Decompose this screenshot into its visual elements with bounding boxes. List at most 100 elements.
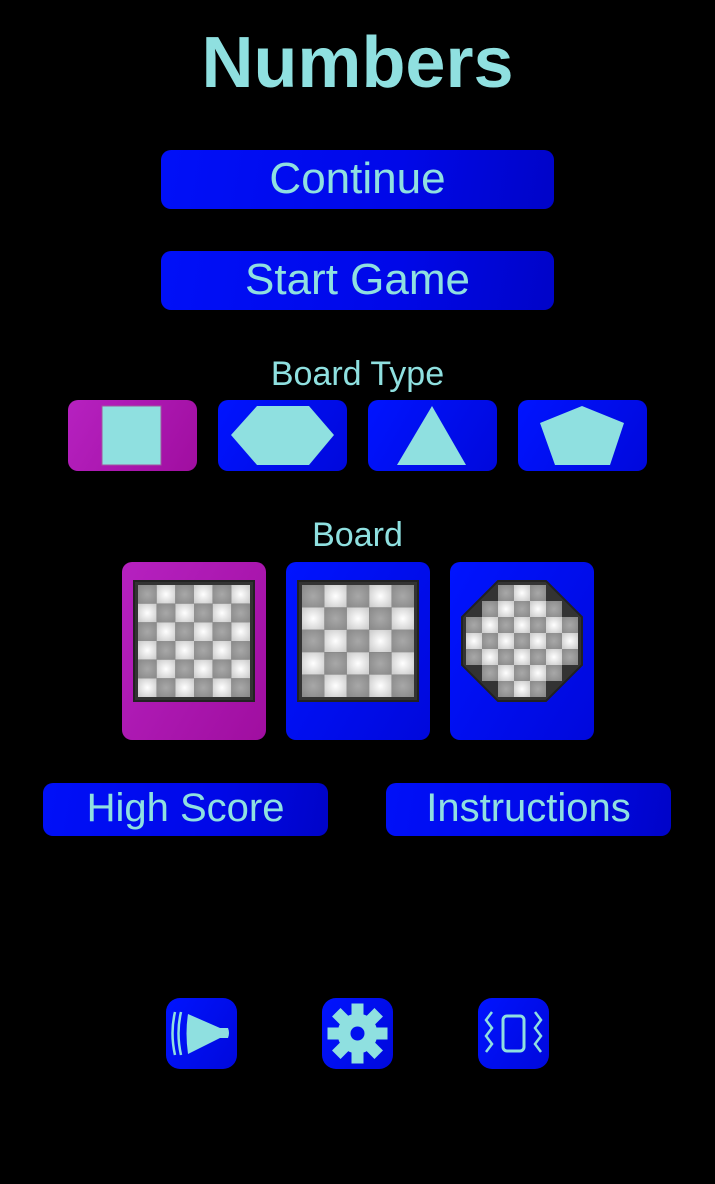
board-type-hexagon-option[interactable] [218,400,347,471]
board-cell [324,607,347,630]
board-cell [514,633,530,649]
board-cell [466,617,482,633]
board-cell [302,652,325,675]
board-cell [302,607,325,630]
board-type-triangle-option[interactable] [368,400,497,471]
app-title: Numbers [201,23,514,103]
board-cell [302,585,325,608]
board-cell [156,659,176,679]
continue-button[interactable]: Continue [161,150,554,209]
board-option-octagon[interactable] [450,562,594,740]
board-cell [498,617,514,633]
instructions-button[interactable]: Instructions [386,783,671,836]
board-cell [391,607,414,630]
board-cell [346,674,370,697]
board-cell [212,659,232,679]
board-cell [231,641,250,660]
board-cell [514,681,530,697]
board-cell [175,641,194,660]
start-game-button[interactable]: Start Game [161,251,554,310]
board-cell [231,659,250,679]
board-option-6x6[interactable] [122,562,266,740]
board-cell [514,649,530,665]
gear-tooth [327,1027,342,1040]
board-cell [482,633,498,649]
board-cell [212,622,232,641]
board-type-square-option[interactable] [68,400,197,471]
board-cell [231,603,250,623]
board-cell [498,649,514,665]
board-cell [156,678,176,697]
board-cell [369,607,392,630]
board-cell [530,681,546,697]
sound-button[interactable] [166,998,237,1069]
board-cell [482,649,498,665]
board-cell [194,641,213,660]
board-cell [530,633,546,649]
board-cell [369,629,392,653]
triangle-icon [397,406,466,465]
board-cell [546,601,562,617]
board-cell [546,633,562,649]
board-label: Board [312,516,403,554]
speaker-icon [171,1011,229,1056]
board-cell [324,652,347,675]
board-cell [156,641,176,660]
hexagon-icon [231,406,334,465]
board-cell [231,678,250,697]
board-cell [175,603,194,623]
board-cell [498,601,514,617]
settings-button[interactable] [322,998,393,1069]
gear-icon [327,1003,388,1064]
board-option-5x5[interactable] [286,562,430,740]
board-cell [194,659,213,679]
board-cell [391,674,414,697]
board-cell [369,652,392,675]
board-cell [498,681,514,697]
board-cell [391,585,414,608]
board-cell [138,678,157,697]
board-cell [175,678,194,697]
vibrate-icon [484,1011,543,1053]
board-cell [514,601,530,617]
board-cell [346,585,370,608]
board-cell [546,665,562,681]
pentagon-icon [540,406,624,465]
board-cell [482,617,498,633]
board-cell [530,617,546,633]
board-cell [530,649,546,665]
board-cell [482,601,498,617]
board-cell [466,649,482,665]
board-cell [194,603,213,623]
board-cell [498,633,514,649]
board-cell [498,585,514,601]
board-cell [369,585,392,608]
board-cell [514,665,530,681]
board-cell [212,678,232,697]
board-cell [302,674,325,697]
board-cell [530,665,546,681]
board-cell [138,585,157,604]
board-cell [302,629,325,653]
board-cell [346,652,370,675]
board-5x5-preview [297,580,419,702]
board-cell [530,601,546,617]
high-score-button[interactable]: High Score [43,783,328,836]
board-type-label: Board Type [270,355,445,393]
square-icon [101,405,162,466]
board-cell [530,585,546,601]
board-cell [562,617,578,633]
board-cell [346,607,370,630]
vibration-button[interactable] [478,998,549,1069]
board-cell [514,617,530,633]
board-type-pentagon-option[interactable] [518,400,647,471]
board-cell [514,585,530,601]
board-cell [546,649,562,665]
board-cell [369,674,392,697]
board-cell [231,585,250,604]
board-cell [194,678,213,697]
board-cell [391,652,414,675]
board-cell [562,633,578,649]
board-cell [324,629,347,653]
board-cell [546,617,562,633]
